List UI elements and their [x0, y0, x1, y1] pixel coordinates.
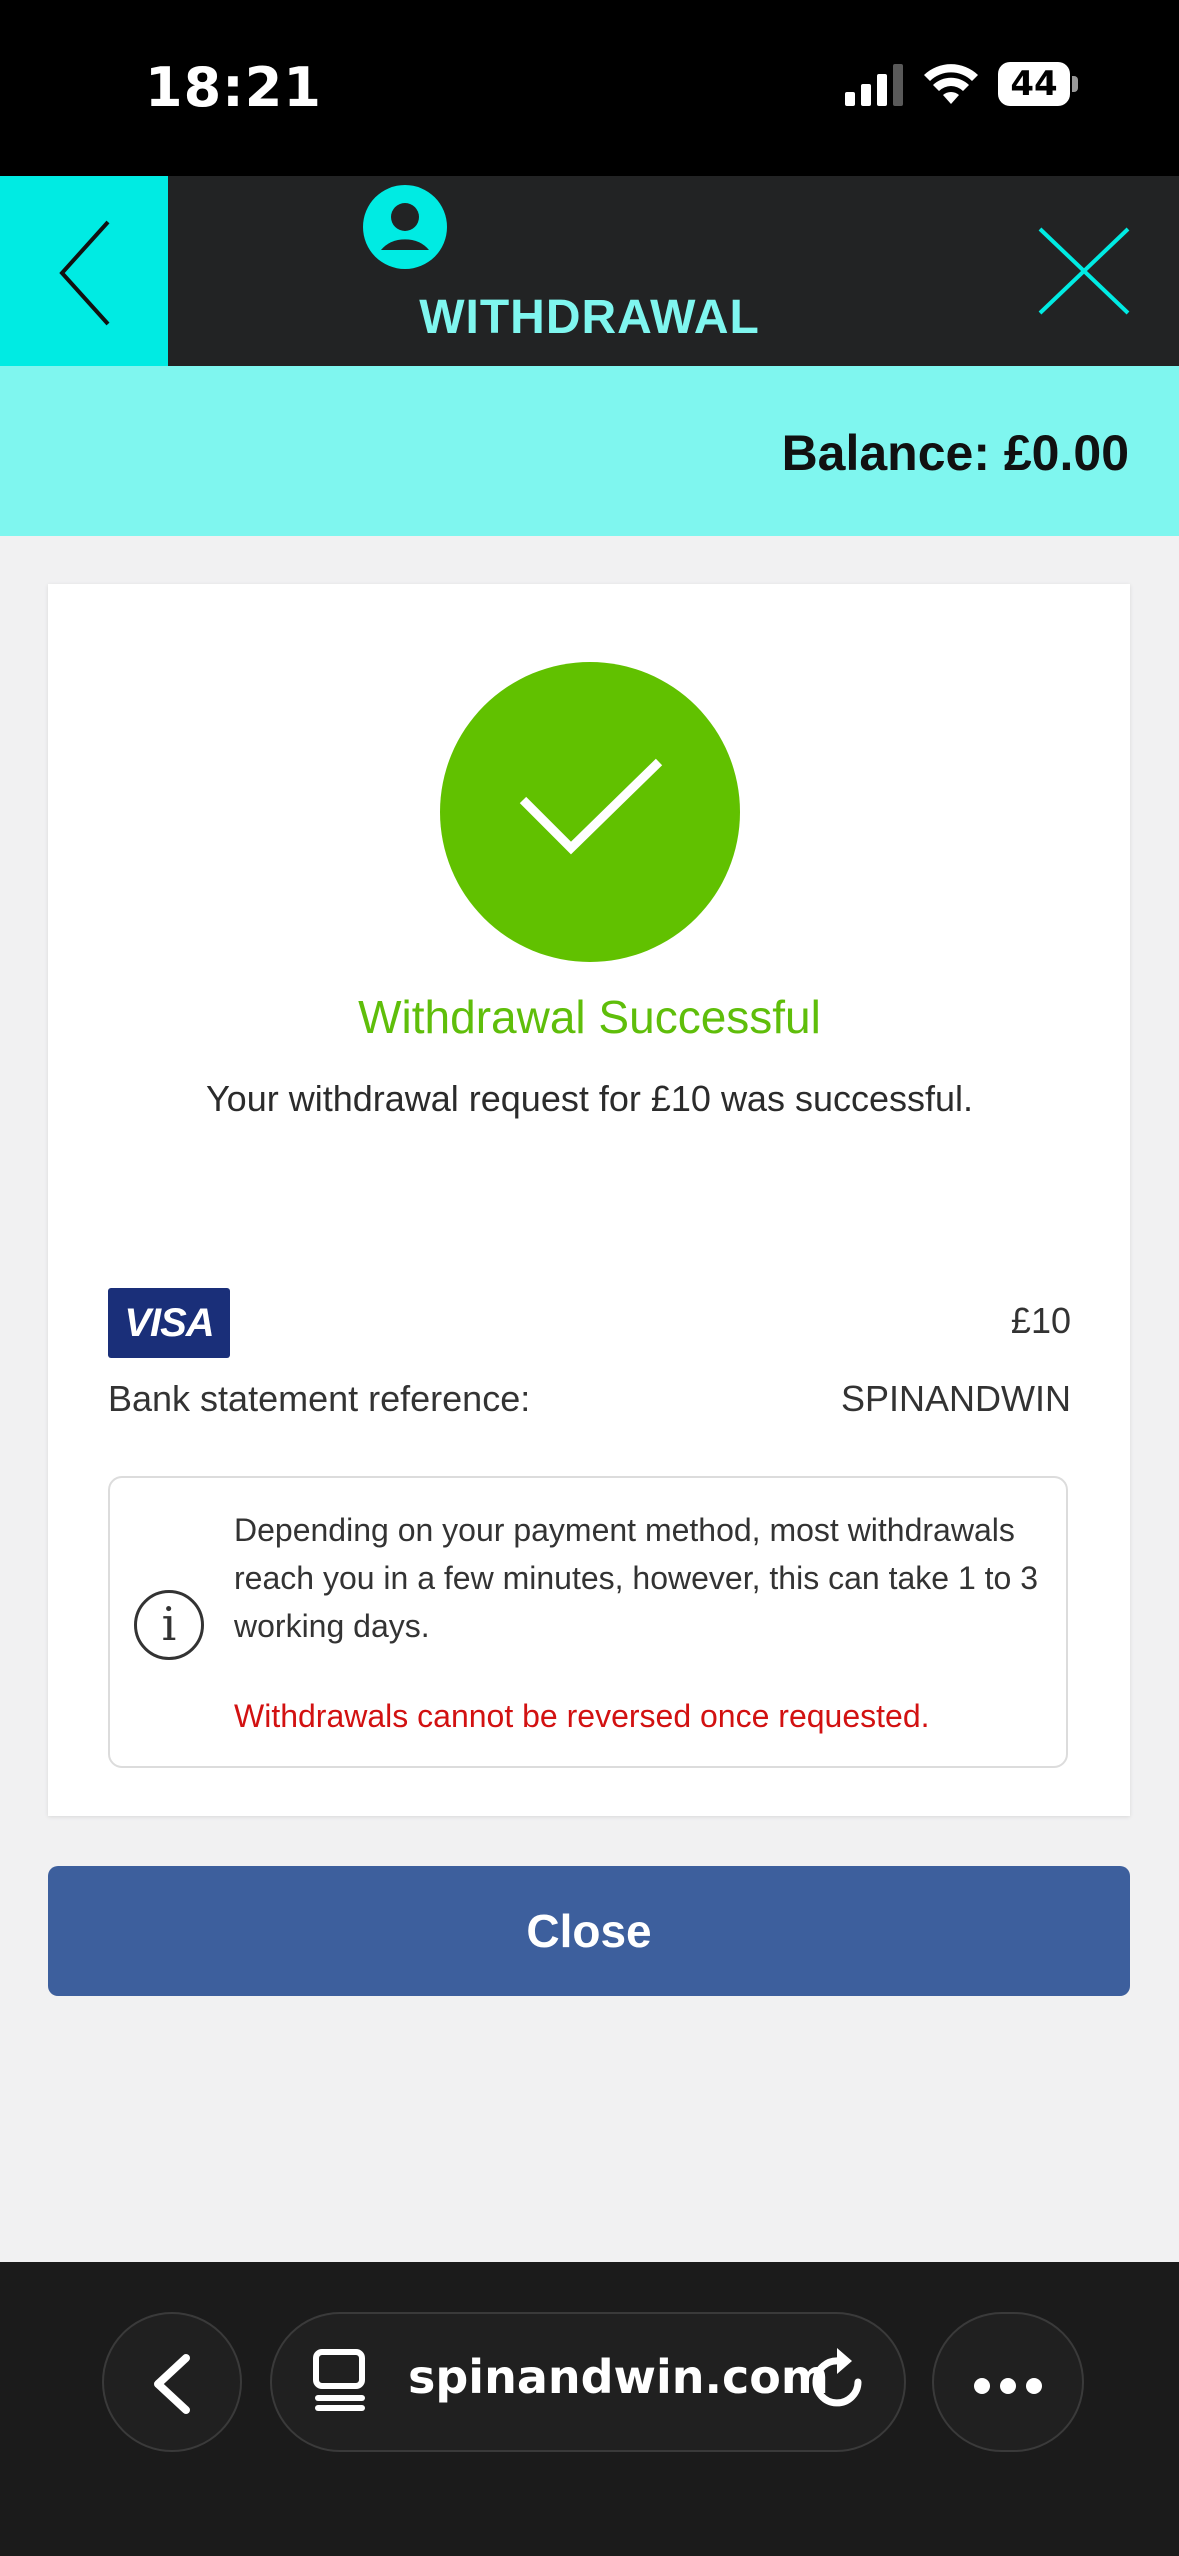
url-text: spinandwin.com: [408, 2350, 829, 2404]
info-warning: Withdrawals cannot be reversed once requ…: [234, 1698, 930, 1734]
info-text: Depending on your payment method, most w…: [234, 1512, 1038, 1644]
close-icon[interactable]: [1036, 225, 1132, 322]
reload-icon[interactable]: [806, 2346, 872, 2421]
more-icon: [974, 2378, 990, 2394]
signal-icon: [845, 62, 905, 113]
status-time: 18:21: [145, 56, 322, 119]
success-title: Withdrawal Successful: [358, 991, 821, 1043]
balance-text: Balance: £0.00: [781, 425, 1129, 481]
visa-logo: VISA: [108, 1288, 230, 1358]
back-icon: [154, 2354, 190, 2414]
close-button[interactable]: Close: [48, 1866, 1130, 1996]
browser-back-button[interactable]: [102, 2312, 242, 2452]
success-message: Your withdrawal request for £10 was succ…: [205, 1078, 974, 1119]
more-icon-dot: [1026, 2378, 1042, 2394]
battery-level: 44: [1010, 64, 1058, 104]
reference-value: SPINANDWIN: [840, 1378, 1071, 1419]
user-icon: [362, 184, 448, 275]
more-button[interactable]: [932, 2312, 1084, 2452]
info-icon: i: [134, 1590, 204, 1660]
wifi-icon: [922, 60, 980, 111]
success-badge: [440, 662, 740, 962]
tabs-icon[interactable]: [312, 2348, 368, 2417]
withdrawal-amount: £10: [1010, 1300, 1071, 1341]
battery-icon: 44: [998, 62, 1078, 110]
page-title: WITHDRAWAL: [419, 291, 760, 344]
more-icon-dot: [1000, 2378, 1016, 2394]
checkmark-icon: [519, 758, 663, 855]
reference-label: Bank statement reference:: [108, 1378, 531, 1419]
